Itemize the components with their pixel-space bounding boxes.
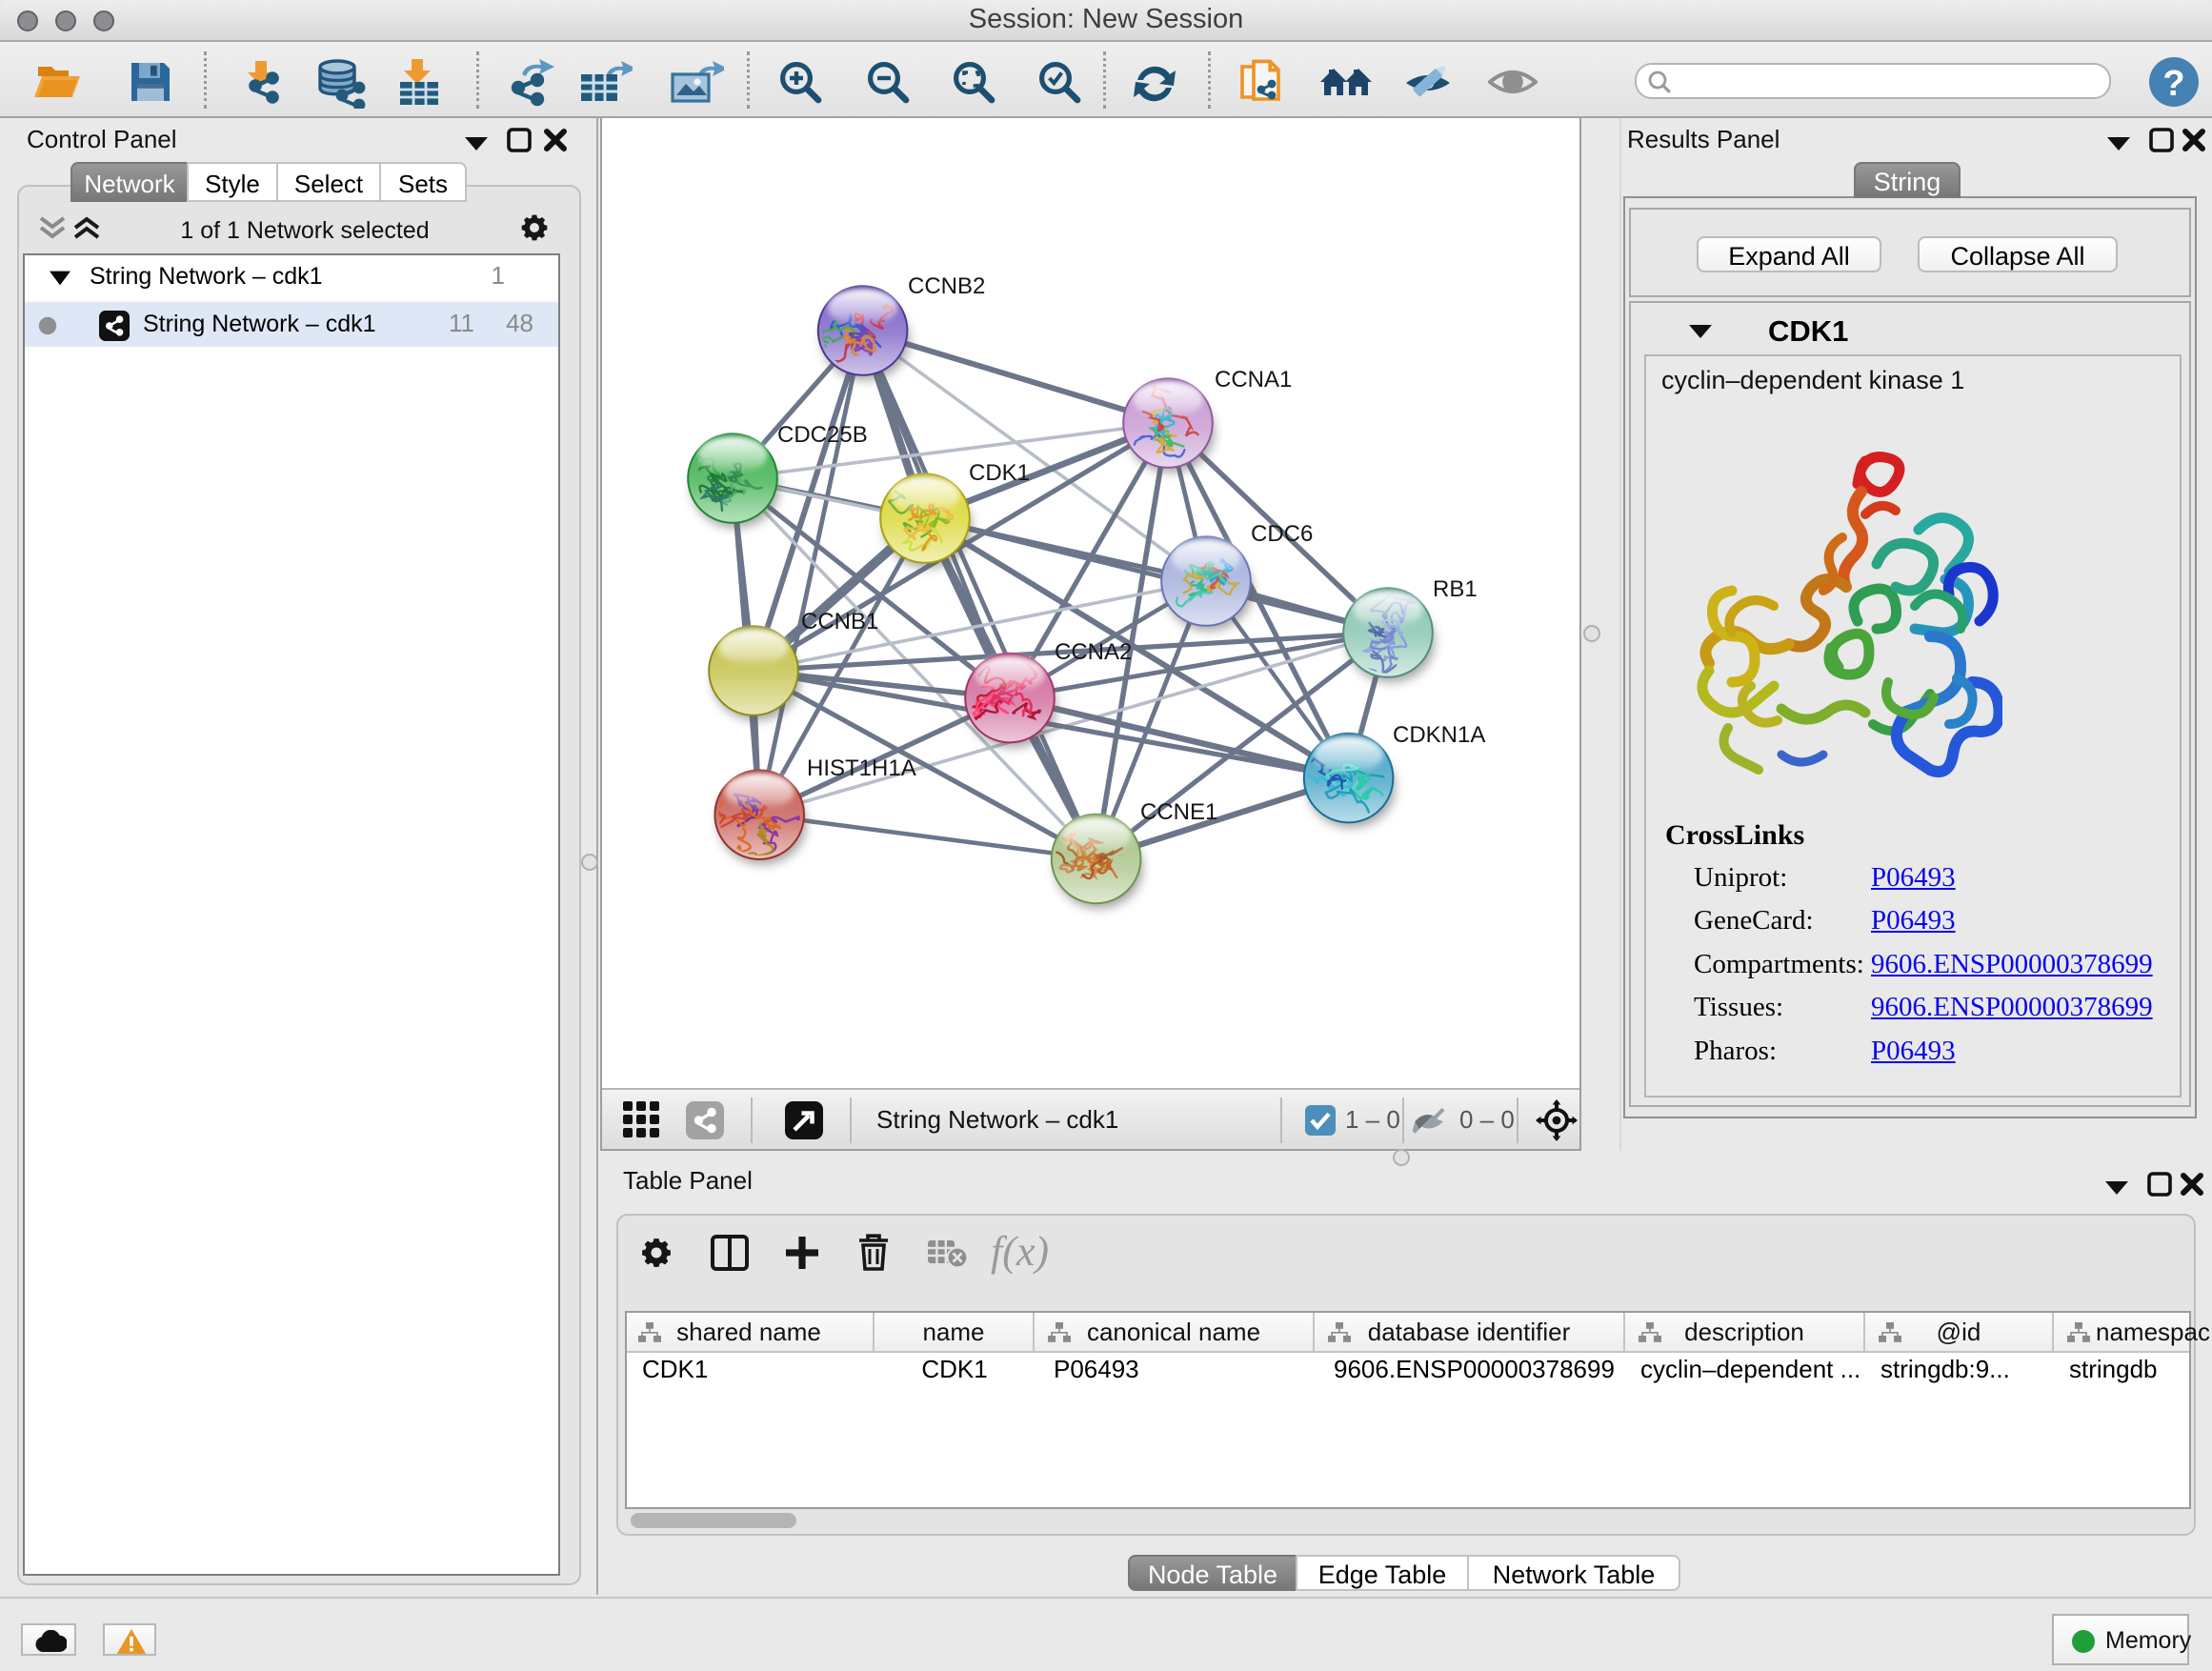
svg-text:?: ? — [2162, 64, 2184, 104]
